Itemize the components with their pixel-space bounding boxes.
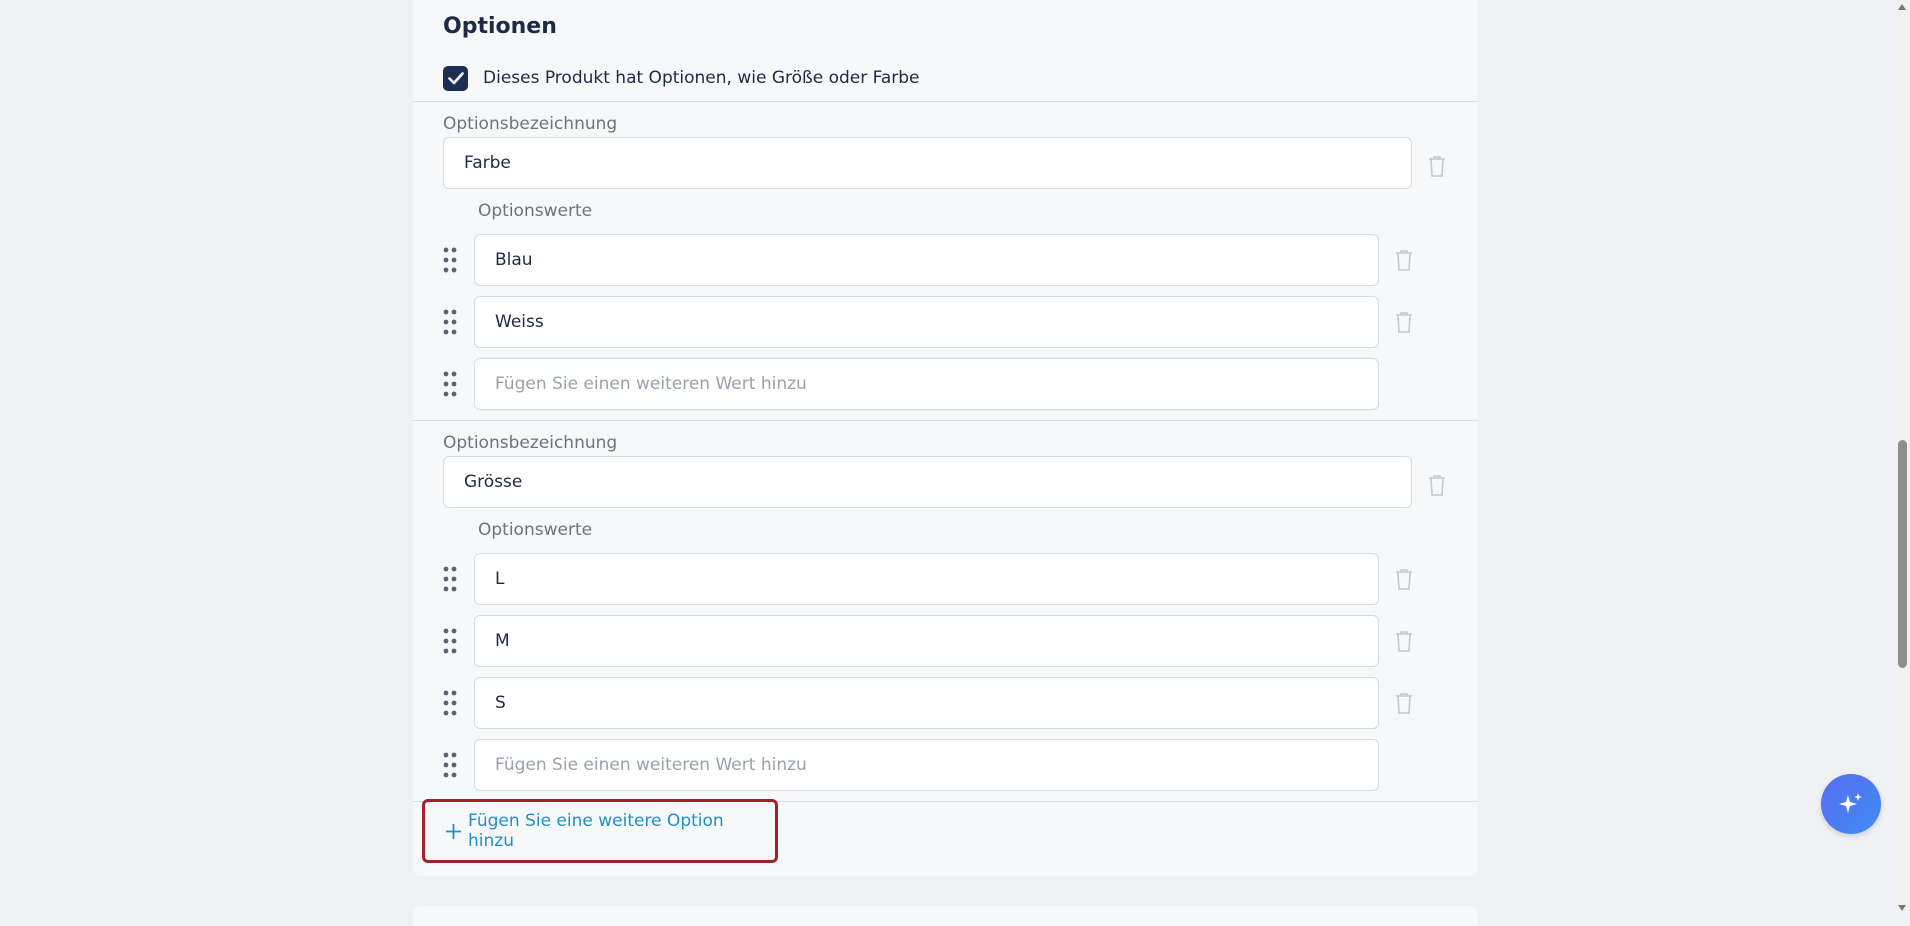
- next-card: [413, 906, 1478, 926]
- section-title: Optionen: [443, 14, 557, 39]
- has-options-label: Dieses Produkt hat Optionen, wie Größe o…: [483, 68, 920, 88]
- option-value-input[interactable]: Blau: [474, 234, 1379, 286]
- page-scrollbar[interactable]: [1895, 0, 1910, 915]
- trash-icon[interactable]: [1395, 692, 1413, 714]
- option-name-label: Optionsbezeichnung: [443, 114, 618, 134]
- trash-icon[interactable]: [1395, 311, 1413, 333]
- plus-icon: [446, 823, 461, 839]
- add-option-label: Fügen Sie eine weitere Option hinzu: [468, 811, 724, 851]
- new-value-input[interactable]: Fügen Sie einen weiteren Wert hinzu: [474, 358, 1379, 410]
- add-option-button[interactable]: Fügen Sie eine weitere Option hinzu: [422, 799, 778, 863]
- drag-handle-icon[interactable]: [443, 690, 457, 716]
- option-values-label: Optionswerte: [478, 201, 593, 221]
- option-values-label: Optionswerte: [478, 520, 593, 540]
- scroll-down-icon[interactable]: [1898, 905, 1906, 911]
- drag-handle-icon[interactable]: [443, 628, 457, 654]
- trash-icon[interactable]: [1395, 630, 1413, 652]
- trash-icon[interactable]: [1395, 249, 1413, 271]
- option-name-input[interactable]: Grösse: [443, 456, 1412, 508]
- option-value-input[interactable]: Weiss: [474, 296, 1379, 348]
- divider: [413, 420, 1478, 421]
- option-name-input[interactable]: Farbe: [443, 137, 1412, 189]
- option-value-input[interactable]: L: [474, 553, 1379, 605]
- option-name-label: Optionsbezeichnung: [443, 433, 618, 453]
- divider: [413, 101, 1478, 102]
- trash-icon[interactable]: [1428, 155, 1446, 177]
- new-value-input[interactable]: Fügen Sie einen weiteren Wert hinzu: [474, 739, 1379, 791]
- trash-icon[interactable]: [1428, 474, 1446, 496]
- drag-handle-icon[interactable]: [443, 566, 457, 592]
- ai-assistant-button[interactable]: [1821, 774, 1881, 834]
- drag-handle-icon[interactable]: [443, 309, 457, 335]
- check-icon: [447, 72, 464, 85]
- scroll-up-icon[interactable]: [1898, 4, 1906, 10]
- drag-handle-icon[interactable]: [443, 371, 457, 397]
- drag-handle-icon[interactable]: [443, 247, 457, 273]
- trash-icon[interactable]: [1395, 568, 1413, 590]
- sparkle-icon: [1839, 793, 1862, 813]
- scroll-thumb[interactable]: [1898, 440, 1907, 668]
- option-value-input[interactable]: M: [474, 615, 1379, 667]
- drag-handle-icon[interactable]: [443, 752, 457, 778]
- option-value-input[interactable]: S: [474, 677, 1379, 729]
- has-options-checkbox[interactable]: [443, 66, 468, 91]
